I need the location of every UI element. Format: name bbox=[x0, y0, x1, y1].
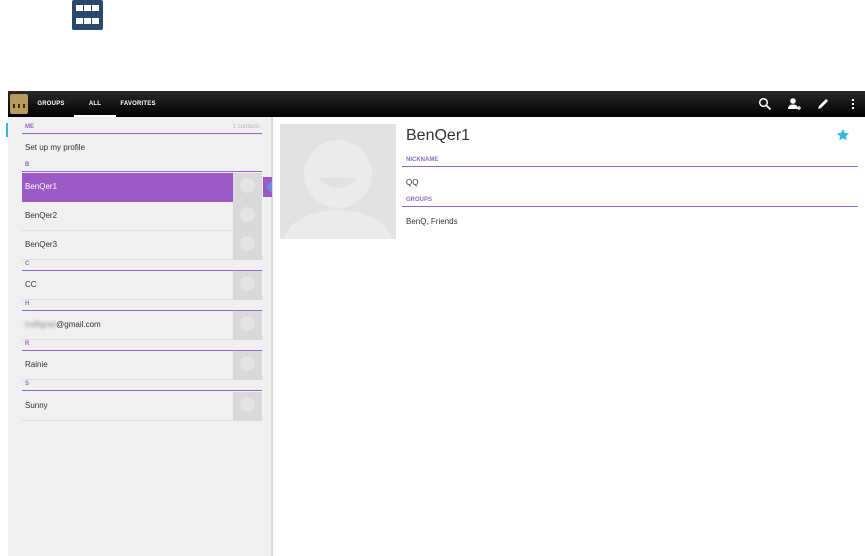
contact-photo[interactable] bbox=[280, 124, 396, 239]
search-icon[interactable] bbox=[758, 97, 772, 111]
section-header-r: R bbox=[22, 341, 262, 351]
avatar-placeholder-icon bbox=[233, 392, 262, 421]
nickname-header: NICKNAME bbox=[402, 157, 858, 167]
redacted-text: hotfigrad bbox=[25, 320, 57, 329]
contacts-app-icon[interactable] bbox=[10, 94, 28, 114]
avatar-placeholder-icon bbox=[233, 311, 262, 340]
edit-icon[interactable] bbox=[816, 97, 830, 111]
nickname-value: QQ bbox=[406, 178, 419, 187]
set-up-profile-item[interactable]: Set up my profile bbox=[22, 138, 262, 158]
contact-item-benqer2[interactable]: BenQer2 bbox=[22, 202, 262, 231]
contact-item-gmail[interactable]: hotfigrad@gmail.com bbox=[22, 311, 262, 340]
avatar-placeholder-icon bbox=[233, 271, 262, 300]
star-icon[interactable] bbox=[836, 128, 850, 142]
section-header-c: C bbox=[22, 261, 262, 271]
selection-arrow bbox=[263, 177, 272, 197]
section-header-me: ME 1 contacts bbox=[22, 124, 262, 134]
overflow-menu-icon[interactable] bbox=[846, 97, 860, 111]
groups-value: BenQ, Friends bbox=[406, 217, 458, 226]
contact-item-sunny[interactable]: Sunny bbox=[22, 392, 262, 421]
contact-item-benqer1[interactable]: BenQer1 bbox=[22, 173, 262, 202]
contact-item-rainie[interactable]: Rainie bbox=[22, 351, 262, 380]
avatar-placeholder-icon bbox=[233, 173, 262, 202]
contact-name: BenQer1 bbox=[406, 127, 471, 144]
avatar-placeholder-icon bbox=[233, 231, 262, 260]
tab-favorites[interactable]: FAVORITES bbox=[120, 91, 156, 117]
contact-item-cc[interactable]: CC bbox=[22, 271, 262, 300]
avatar-placeholder-icon bbox=[284, 140, 392, 239]
section-header-h: H bbox=[22, 301, 262, 311]
tab-all[interactable]: ALL bbox=[74, 91, 116, 117]
left-rail bbox=[0, 117, 8, 556]
add-contact-icon[interactable] bbox=[787, 97, 801, 111]
avatar-placeholder-icon bbox=[233, 351, 262, 380]
avatar-placeholder-icon bbox=[233, 202, 262, 231]
groups-header: GROUPS bbox=[402, 197, 858, 207]
scroll-indicator bbox=[6, 123, 8, 137]
action-bar: GROUPS ALL FAVORITES bbox=[8, 91, 865, 117]
tab-groups[interactable]: GROUPS bbox=[33, 91, 69, 117]
screen: GROUPS ALL FAVORITES ME 1 contacts Set u bbox=[0, 0, 865, 556]
section-header-b: B bbox=[22, 162, 262, 172]
section-header-s: S bbox=[22, 381, 262, 391]
apps-grid-icon[interactable] bbox=[72, 0, 103, 30]
contact-item-benqer3[interactable]: BenQer3 bbox=[22, 231, 262, 260]
